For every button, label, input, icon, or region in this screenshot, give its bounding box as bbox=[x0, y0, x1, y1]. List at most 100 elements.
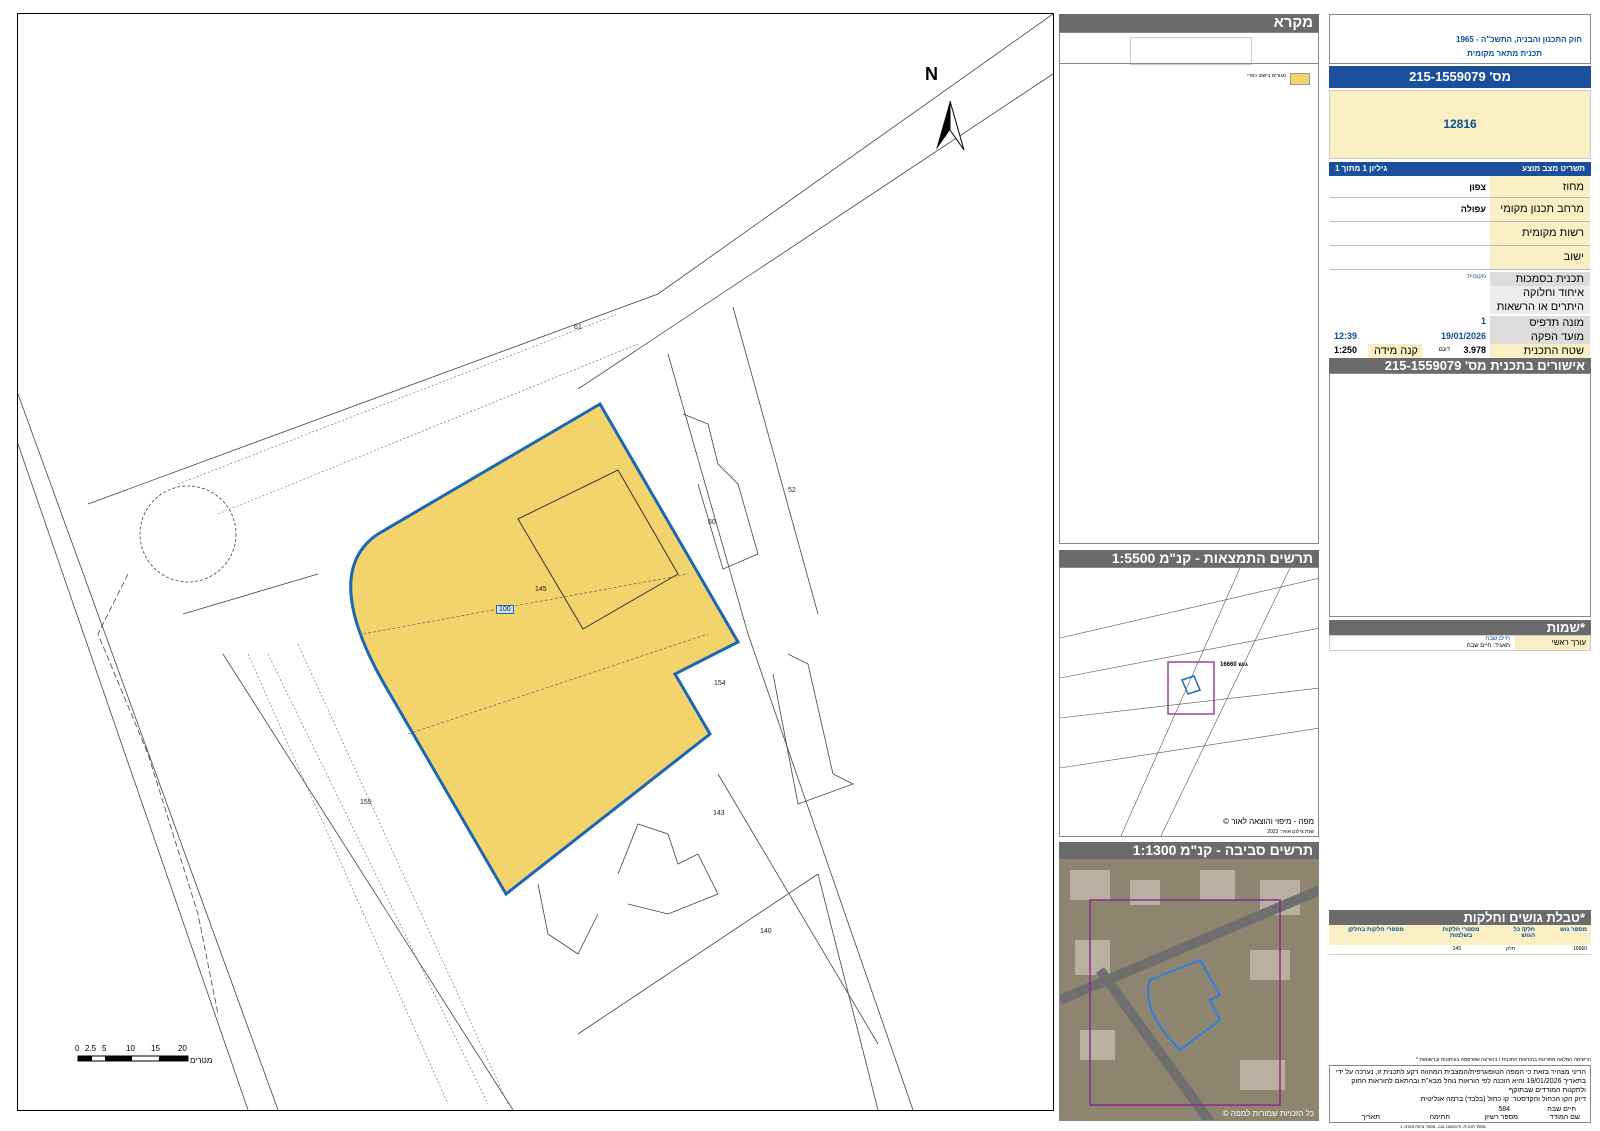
main-map[interactable]: N 226775 226800 226825 226850 226875 226… bbox=[17, 13, 1054, 1111]
cell-block: 16660 bbox=[1573, 946, 1587, 952]
scale-tick: 5 bbox=[102, 1044, 107, 1053]
print-counter: 1 bbox=[1480, 316, 1486, 326]
info-label: רשות מקומית bbox=[1490, 222, 1590, 245]
names-person: חיים שבח bbox=[1485, 636, 1510, 642]
locator-drawing bbox=[1060, 568, 1318, 836]
info-row-settlement: ישוב bbox=[1330, 246, 1590, 270]
aerial-title: תרשים סביבה - קנ"מ 1:1300 bbox=[1059, 842, 1319, 859]
scale-tick: 15 bbox=[151, 1044, 160, 1053]
scale-tick: 10 bbox=[126, 1044, 135, 1053]
parcel-number: 140 bbox=[760, 928, 772, 935]
plan-id-box: 12816 bbox=[1329, 90, 1591, 159]
plan-type: תכנית מתאר מקומית bbox=[1467, 49, 1542, 58]
info-value: עפולה bbox=[1460, 204, 1486, 214]
parcels-table-header: מספר גוש חלק/ כל הגוש מספרי חלקות בשלמות… bbox=[1329, 925, 1591, 945]
plan-boundary bbox=[349, 401, 741, 897]
approvals-title: אישורים בתכנית מס' 215-1559079 bbox=[1329, 358, 1591, 373]
info-value: צפון bbox=[1469, 182, 1486, 192]
col-header: מספר גוש bbox=[1559, 927, 1587, 933]
print-counter-row: מונה תדפיס התשריט 1 bbox=[1330, 316, 1590, 343]
approvals-panel bbox=[1329, 373, 1591, 617]
sig-header: תאריך bbox=[1361, 1114, 1380, 1121]
footer-tiny: מספר תוכנית: 215-1559079, מספר גרסת מוזר… bbox=[1400, 1124, 1486, 1129]
law-text: חוק התכנון והבניה, התשכ"ה - 1965 bbox=[1456, 35, 1582, 44]
info-row-district: מחוז צפון bbox=[1330, 176, 1590, 198]
aerial-credit: © כל הזכויות שמורות למפה bbox=[1222, 1109, 1314, 1118]
info-label: ישוב bbox=[1490, 246, 1590, 269]
col-header: מספרי חלקות בחלקן bbox=[1348, 927, 1404, 933]
info-label: מרחב תכנון מקומי bbox=[1490, 198, 1590, 221]
zone-number-badge[interactable]: 100 bbox=[496, 605, 514, 614]
names-row: עורך ראשי חיים שבח תאגיד: חיים שבח bbox=[1329, 635, 1591, 651]
print-counter-label: מונה תדפיס התשריט bbox=[1490, 316, 1590, 343]
scale-unit: מטרים bbox=[190, 1056, 213, 1065]
locator-title: תרשים התמצאות - קנ"מ 1:5500 bbox=[1059, 550, 1319, 567]
info-row-authority: רשות מקומית bbox=[1330, 222, 1590, 246]
submit-row: מועד הפקה 19/01/2026 12:39 bbox=[1330, 330, 1590, 344]
sig-header: מספר רשיון bbox=[1484, 1114, 1518, 1121]
declaration-box: הריני מצהיר בזאת כי המפה הטופוגרפית/המצב… bbox=[1329, 1065, 1591, 1123]
col-header: מספרי חלקות בשלמות bbox=[1442, 927, 1480, 939]
parcels-table-title: טבלת גושים וחלקות* bbox=[1329, 910, 1591, 925]
block-label: גוש 16660 bbox=[1220, 662, 1248, 668]
cell-part: חלק bbox=[1506, 946, 1515, 952]
names-role: עורך ראשי bbox=[1515, 636, 1590, 650]
parcel-number: 61 bbox=[574, 324, 582, 331]
plan-id: 12816 bbox=[1443, 117, 1477, 131]
sheet-title: תשריט מצב מוצע bbox=[1522, 164, 1585, 173]
plan-header: חוק התכנון והבניה, התשכ"ה - 1965 תכנית מ… bbox=[1329, 14, 1591, 64]
submit-time: 12:39 bbox=[1334, 331, 1358, 341]
legend-swatch bbox=[1290, 73, 1310, 85]
locator-credit-year: שנת צילום אוויר: 2023 bbox=[1267, 829, 1314, 835]
legend-symbols bbox=[1130, 37, 1252, 65]
scale-tick: 0 bbox=[75, 1044, 80, 1053]
info-label: מחוז bbox=[1490, 176, 1590, 197]
parcel-number: 143 bbox=[713, 810, 725, 817]
footer-note: * הרשימה המלאה מפורטת בהוראות התכנית / ב… bbox=[1416, 1057, 1591, 1063]
scale-tick: 20 bbox=[178, 1044, 187, 1053]
legend-title: מקרא bbox=[1059, 14, 1319, 32]
parcel-number: 155 bbox=[360, 799, 372, 806]
aerial-map[interactable]: © כל הזכויות שמורות למפה bbox=[1059, 859, 1319, 1121]
col-header: חלק/ כל הגוש bbox=[1513, 927, 1535, 939]
parcel-number: 52 bbox=[788, 487, 796, 494]
authority-block: תכנית בסמכות מקומית איחוד וחלוקה היתרים … bbox=[1330, 272, 1590, 314]
aerial-drawing bbox=[1060, 860, 1318, 1120]
area-label: שטח התכנית bbox=[1490, 344, 1590, 358]
authority-value: מקומית bbox=[1467, 274, 1486, 280]
authority-label: איחוד וחלוקה bbox=[1490, 286, 1590, 300]
submit-date: 19/01/2026 bbox=[1440, 331, 1486, 341]
authority-label: תכנית בסמכות bbox=[1490, 272, 1590, 286]
accuracy-text: דיוק הקו הכחול והקדסטר: קו כחול (בלבד) ב… bbox=[1420, 1096, 1586, 1103]
area-value: 3.978 bbox=[1463, 345, 1486, 355]
surveyor-name: חיים שבח bbox=[1547, 1106, 1576, 1113]
sig-header: שם המודד bbox=[1549, 1114, 1580, 1121]
info-row-planning-area: מרחב תכנון מקומי עפולה bbox=[1330, 198, 1590, 222]
cell-full-parcels: 145 bbox=[1452, 946, 1461, 952]
scale-label: קנה מידה bbox=[1368, 344, 1422, 358]
parcel-number: 60 bbox=[708, 519, 716, 526]
submit-label: מועד הפקה bbox=[1490, 330, 1590, 344]
north-arrow-label: N bbox=[925, 64, 938, 84]
locator-credit: © מפה - מיפוי והוצאה לאור bbox=[1223, 817, 1314, 826]
plan-number-bar: מס' 215-1559079 bbox=[1329, 66, 1591, 88]
map-drawing bbox=[18, 14, 1053, 1110]
table-row: 16660 חלק 145 bbox=[1329, 945, 1591, 955]
legend-item-label: מגורים בישוב כפרי bbox=[1247, 73, 1286, 79]
scale-tick: 2.5 bbox=[85, 1044, 97, 1053]
sig-header: חתימה bbox=[1429, 1114, 1450, 1121]
locator-map[interactable]: גוש 16660 © מפה - מיפוי והוצאה לאור שנת … bbox=[1059, 567, 1319, 837]
legend-panel: מגורים בישוב כפרי bbox=[1059, 32, 1319, 544]
parcel-number: 154 bbox=[714, 680, 726, 687]
declaration-text: הריני מצהיר בזאת כי המפה הטופוגרפית/המצב… bbox=[1335, 1069, 1586, 1094]
area-unit: דונם bbox=[1438, 347, 1450, 353]
scale-value: 1:250 bbox=[1334, 345, 1358, 355]
names-signer: תאגיד: חיים שבח bbox=[1466, 643, 1510, 649]
authority-label: היתרים או הרשאות bbox=[1490, 300, 1590, 314]
sheet-info: גיליון 1 מתוך 1 bbox=[1335, 164, 1388, 173]
surveyor-license: 584 bbox=[1498, 1106, 1510, 1113]
area-row: שטח התכנית 3.978 דונם קנה מידה 1:250 bbox=[1330, 344, 1590, 358]
divider bbox=[1060, 63, 1318, 64]
names-title: שמות* bbox=[1329, 620, 1591, 635]
sheet-bar: תשריט מצב מוצע גיליון 1 מתוך 1 bbox=[1329, 162, 1591, 176]
